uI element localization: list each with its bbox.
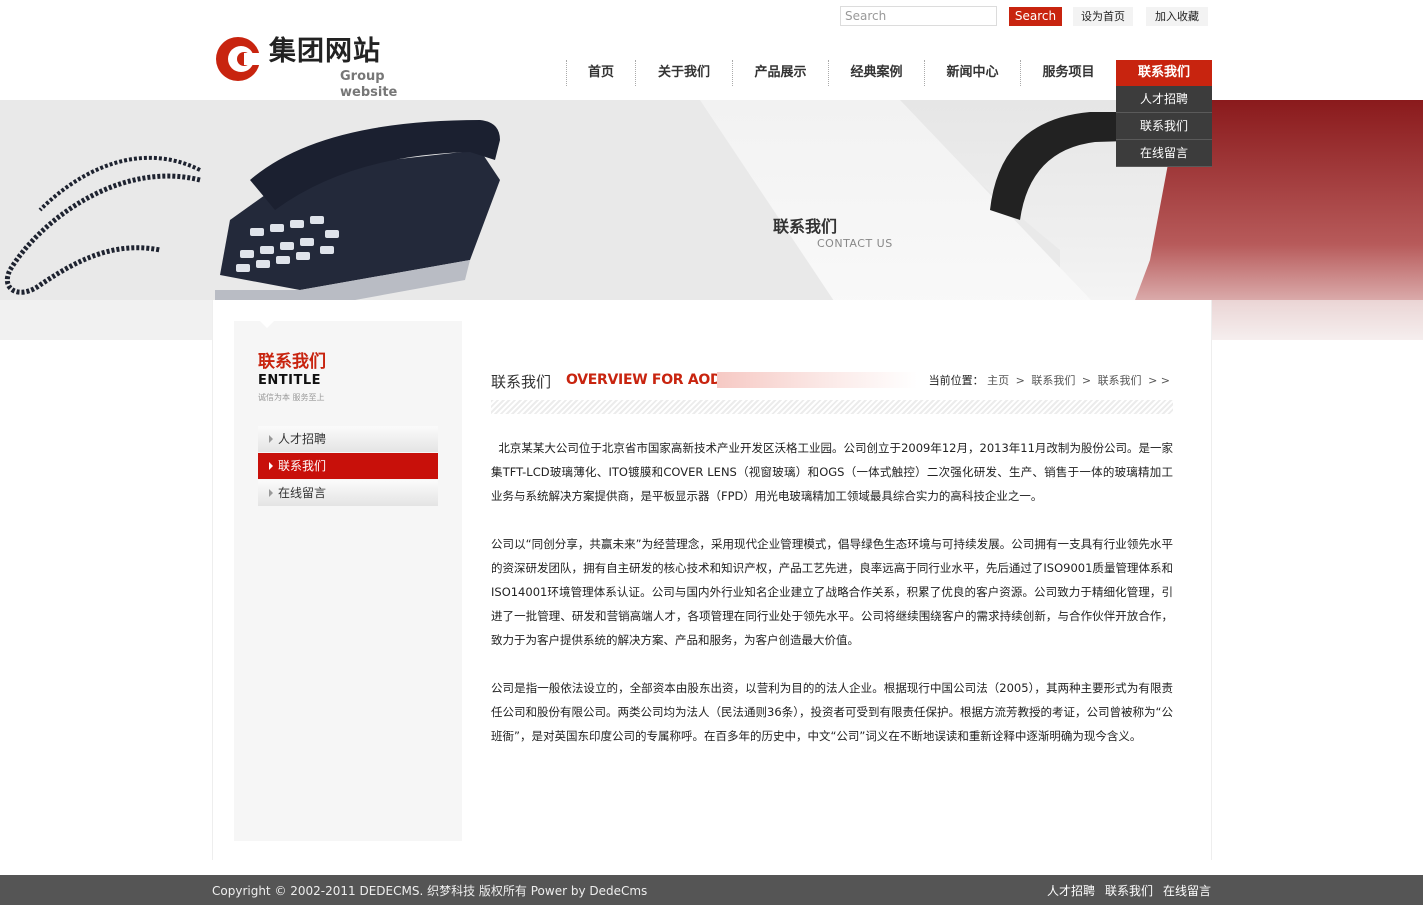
- sidebar-item-label: 联系我们: [278, 459, 327, 473]
- article-body: 北京某某大公司位于北京省市国家高新技术产业开发区沃格工业园。公司创立于2009年…: [491, 436, 1173, 772]
- article-paragraph: 北京某某大公司位于北京省市国家高新技术产业开发区沃格工业园。公司创立于2009年…: [491, 441, 1173, 503]
- breadcrumb-label: 当前位置：: [928, 374, 984, 387]
- sidebar-en-title: ENTITLE: [258, 373, 321, 388]
- dropdown-item-message[interactable]: 在线留言: [1116, 140, 1212, 167]
- sidebar-item-recruitment[interactable]: 人才招聘: [258, 426, 438, 452]
- banner-subtitle: CONTACT US: [817, 237, 893, 250]
- copyright-text: Copyright © 2002-2011 DEDECMS. 织梦科技 版权所有…: [212, 884, 648, 898]
- footer-link-contact[interactable]: 联系我们: [1105, 882, 1153, 899]
- main-content: 联系我们 ENTITLE 诚信为本 服务至上 人才招聘 联系我们 在线留言 联系…: [212, 300, 1212, 860]
- breadcrumb-home-link[interactable]: 主页: [987, 374, 1009, 387]
- breadcrumb-trailing: > >: [1148, 374, 1170, 387]
- search-input[interactable]: [840, 6, 997, 26]
- nav-item-products[interactable]: 产品展示: [733, 60, 828, 86]
- sidebar-item-contact[interactable]: 联系我们: [258, 453, 438, 479]
- sidebar-notch: [260, 321, 274, 328]
- dropdown-item-contact[interactable]: 联系我们: [1116, 113, 1212, 140]
- nav-item-services[interactable]: 服务项目: [1021, 60, 1116, 86]
- logo-text-en: Group website: [340, 69, 398, 100]
- arrow-right-icon: [269, 489, 273, 497]
- breadcrumb-contact-link[interactable]: 联系我们: [1031, 374, 1075, 387]
- search-button[interactable]: Search: [1009, 7, 1062, 26]
- sidebar-title: 联系我们: [258, 352, 326, 372]
- article-heading: 联系我们: [491, 373, 552, 391]
- article-heading-en: OVERVIEW FOR AODE: [566, 372, 731, 388]
- site-header: Search 设为首页 加入收藏 集团网站 Group website 首页 关…: [0, 0, 1423, 100]
- banner-title: 联系我们: [773, 217, 838, 236]
- arrow-right-icon: [269, 462, 273, 470]
- sidebar-item-message[interactable]: 在线留言: [258, 480, 438, 506]
- heading-decoration: [717, 372, 917, 388]
- nav-item-news[interactable]: 新闻中心: [925, 60, 1020, 86]
- site-footer: Copyright © 2002-2011 DEDECMS. 织梦科技 版权所有…: [0, 875, 1423, 905]
- main-nav: 首页 关于我们 产品展示 经典案例 新闻中心 服务项目 联系我们: [566, 60, 1212, 86]
- nav-item-contact[interactable]: 联系我们: [1116, 60, 1212, 86]
- footer-link-recruitment[interactable]: 人才招聘: [1047, 882, 1095, 899]
- footer-links: 人才招聘 联系我们 在线留言: [1047, 882, 1211, 899]
- article-paragraph: 公司是指一般依法设立的，全部资本由股东出资，以营利为目的的法人企业。根据现行中国…: [491, 681, 1173, 743]
- sidebar-menu: 人才招聘 联系我们 在线留言: [258, 426, 438, 507]
- breadcrumb-separator: >: [1081, 374, 1092, 387]
- sidebar-slogan: 诚信为本 服务至上: [258, 393, 325, 402]
- article-header: 联系我们 OVERVIEW FOR AODE 当前位置： 主页 > 联系我们 >…: [491, 370, 1173, 391]
- sidebar: 联系我们 ENTITLE 诚信为本 服务至上 人才招聘 联系我们 在线留言: [234, 321, 462, 841]
- dropdown-item-recruitment[interactable]: 人才招聘: [1116, 86, 1212, 113]
- logo-text-cn: 集团网站: [269, 36, 381, 67]
- footer-link-message[interactable]: 在线留言: [1163, 882, 1211, 899]
- arrow-right-icon: [269, 435, 273, 443]
- sidebar-item-label: 人才招聘: [278, 432, 327, 446]
- breadcrumb-current-link[interactable]: 联系我们: [1098, 374, 1142, 387]
- breadcrumb: 当前位置： 主页 > 联系我们 > 联系我们 > >: [929, 372, 1173, 388]
- breadcrumb-separator: >: [1015, 374, 1025, 387]
- nav-item-home[interactable]: 首页: [567, 60, 635, 86]
- contact-dropdown-menu: 人才招聘 联系我们 在线留言: [1116, 86, 1212, 167]
- nav-item-cases[interactable]: 经典案例: [829, 60, 924, 86]
- add-favorite-link[interactable]: 加入收藏: [1146, 7, 1208, 26]
- set-homepage-link[interactable]: 设为首页: [1073, 7, 1133, 26]
- article-paragraph: 公司以“同创分享，共赢未来”为经营理念，采用现代企业管理模式，倡导绿色生态环境与…: [491, 537, 1173, 647]
- article-divider: [491, 400, 1173, 414]
- logo-mark-icon: [216, 37, 261, 81]
- site-logo[interactable]: 集团网站 Group website: [215, 36, 445, 100]
- sidebar-item-label: 在线留言: [278, 486, 327, 500]
- nav-item-about[interactable]: 关于我们: [636, 60, 732, 86]
